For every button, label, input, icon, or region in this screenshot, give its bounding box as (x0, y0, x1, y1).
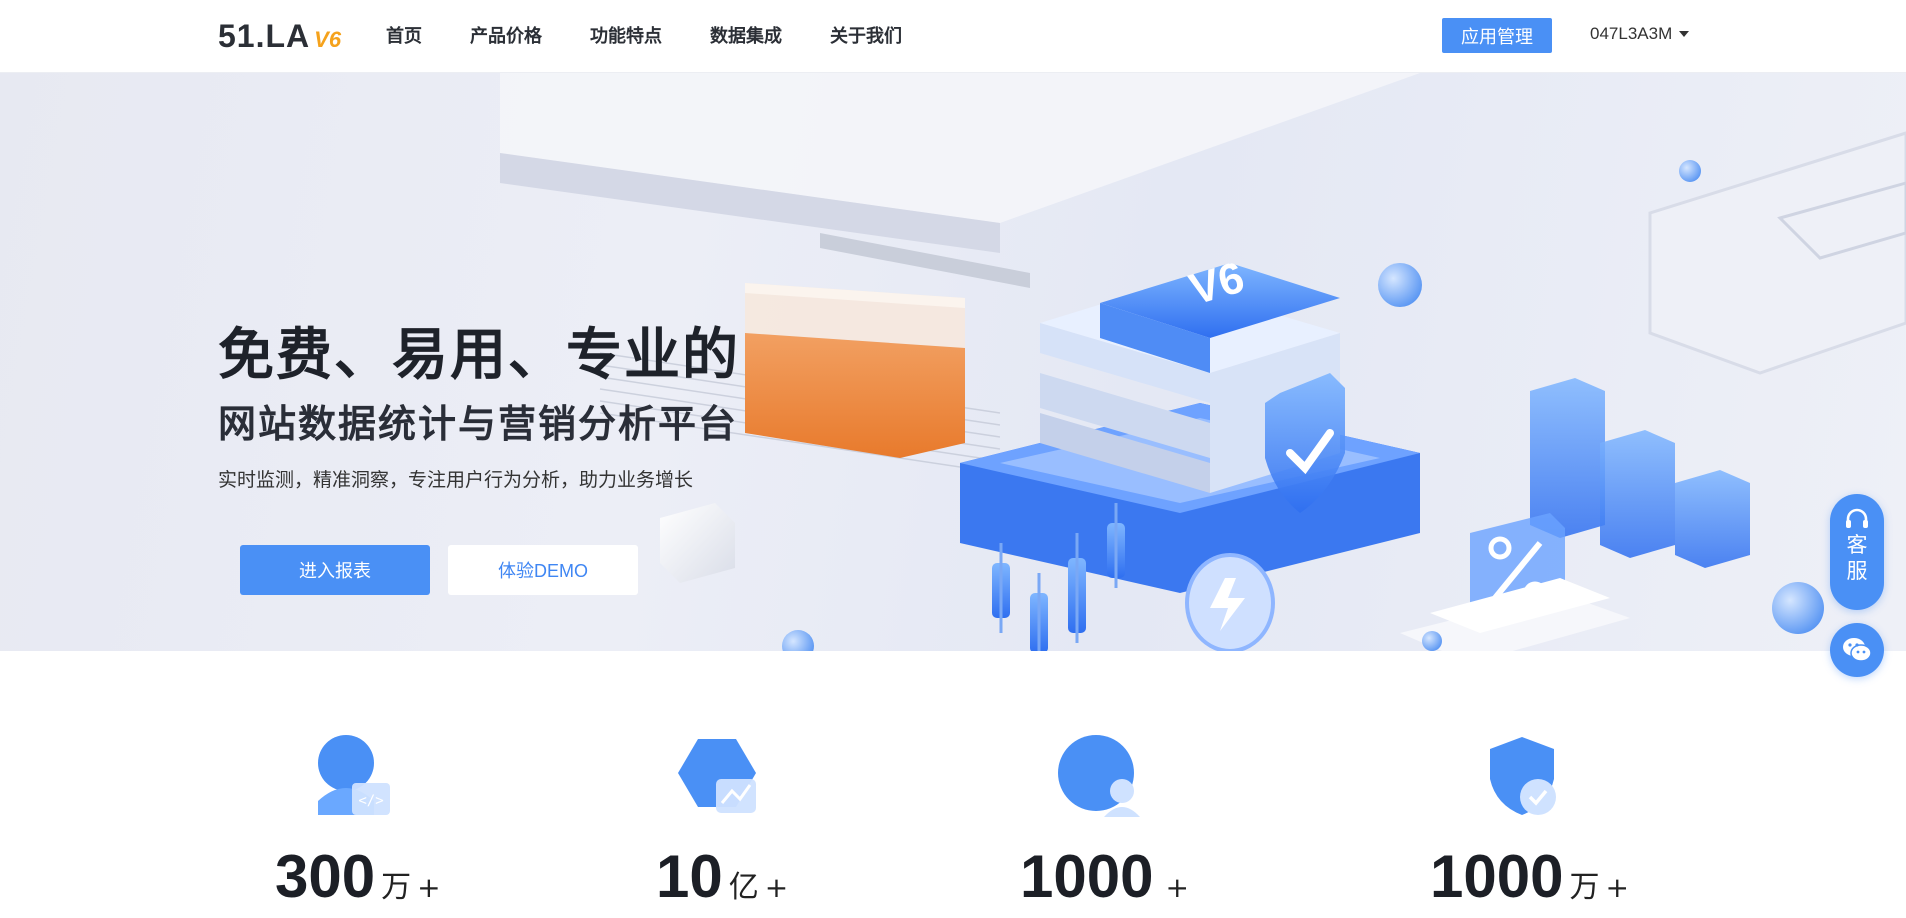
svg-text:</>: </> (358, 793, 383, 809)
nav-item-home[interactable]: 首页 (386, 22, 422, 48)
stat-number: 300 (275, 843, 376, 910)
shield-check-icon (1490, 737, 1556, 815)
logo-version: V6 (314, 27, 342, 52)
hero-banner: V6 免费、易用、专业的 网站数据统计与营销分析平台 实时监测，精准洞察，专注用… (0, 73, 1906, 651)
stat-users: 300 万 + (275, 842, 441, 911)
service-char-1: 客 (1846, 533, 1868, 557)
wechat-button[interactable] (1830, 623, 1884, 677)
logo-text: 51.LA (218, 18, 311, 54)
top-navigation-bar: 51.LA V6 首页 产品价格 功能特点 数据集成 关于我们 应用管理 047… (0, 0, 1906, 73)
caret-down-icon (1679, 31, 1690, 37)
hexagon-chart-icon (678, 739, 756, 813)
site-logo[interactable]: 51.LA V6 (218, 18, 341, 54)
stat-events: 10 亿 + (656, 842, 788, 911)
stat-number: 1000 (1430, 843, 1564, 910)
headset-icon (1846, 508, 1868, 528)
hero-description: 实时监测，精准洞察，专注用户行为分析，助力业务增长 (218, 469, 694, 491)
stat-unit: 亿 (728, 870, 759, 905)
nav-item-integration[interactable]: 数据集成 (710, 22, 782, 48)
stat-number: 10 (656, 843, 723, 910)
stat-unit: 万 (1569, 870, 1600, 905)
stat-visits: 1000 万 + (1430, 842, 1629, 911)
nav-item-pricing[interactable]: 产品价格 (470, 22, 542, 48)
stat-plus: + (764, 871, 789, 904)
stat-number: 1000 (1020, 843, 1154, 910)
user-code-icon: </> (318, 735, 390, 815)
app-management-button[interactable]: 应用管理 (1442, 18, 1552, 53)
enter-report-button[interactable]: 进入报表 (240, 545, 430, 595)
nav-item-about[interactable]: 关于我们 (830, 22, 902, 48)
hero-subtitle: 网站数据统计与营销分析平台 (218, 402, 739, 446)
stat-plus: + (1605, 871, 1629, 904)
user-menu[interactable]: 047L3A3M (1590, 24, 1690, 44)
customer-service-button[interactable]: 客 服 (1830, 494, 1884, 610)
user-circle-icon (1058, 735, 1140, 817)
try-demo-button[interactable]: 体验DEMO (448, 545, 638, 595)
service-char-2: 服 (1846, 559, 1868, 583)
stat-unit: 万 (381, 870, 412, 905)
wechat-icon (1843, 638, 1872, 662)
stat-plus: + (1165, 871, 1189, 904)
stat-sites: 1000 + (1020, 842, 1189, 911)
main-nav: 首页 产品价格 功能特点 数据集成 关于我们 (386, 0, 950, 70)
user-name: 047L3A3M (1590, 24, 1673, 43)
nav-item-features[interactable]: 功能特点 (590, 22, 662, 48)
hero-title: 免费、易用、专业的 (218, 323, 740, 388)
stat-plus: + (417, 871, 441, 904)
